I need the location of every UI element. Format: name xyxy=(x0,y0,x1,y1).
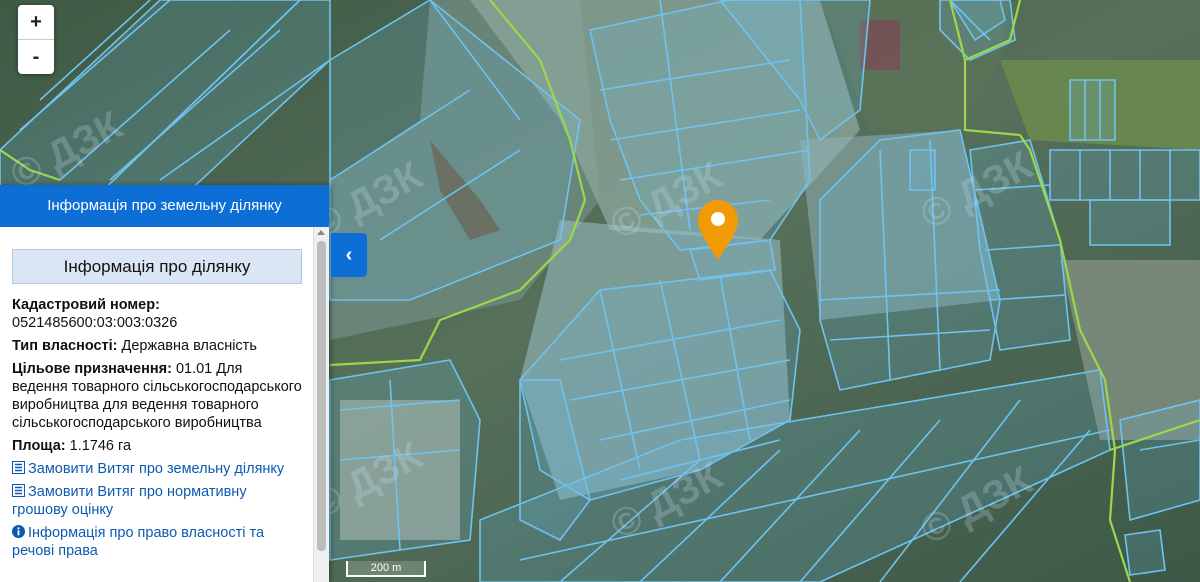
cadastral-label: Кадастровий номер: xyxy=(12,297,160,313)
info-icon xyxy=(12,525,25,538)
scale-label: 200 m xyxy=(370,562,402,574)
collapse-panel-button[interactable]: ‹ xyxy=(331,233,367,277)
scroll-thumb[interactable] xyxy=(317,241,326,551)
purpose-row: Цільове призначення: 01.01 Для ведення т… xyxy=(12,360,302,432)
document-list-icon xyxy=(12,484,25,497)
order-extract-link[interactable]: Замовити Витяг про земельну ділянку xyxy=(12,460,302,478)
purpose-label: Цільове призначення: xyxy=(12,361,172,377)
ownership-rights-link[interactable]: Інформація про право власності та речові… xyxy=(12,524,302,560)
document-list-icon xyxy=(12,461,25,474)
ownership-row: Тип власності: Державна власність xyxy=(12,337,302,355)
zoom-out-button[interactable]: - xyxy=(18,39,54,74)
order-extract-label[interactable]: Замовити Витяг про земельну ділянку xyxy=(28,461,284,477)
cadastral-value: 0521485600:03:003:0326 xyxy=(12,315,178,331)
ownership-value: Державна власність xyxy=(121,338,257,354)
zoom-control: + - xyxy=(18,5,54,74)
ownership-label: Тип власності: xyxy=(12,338,118,354)
panel-body[interactable]: Інформація про ділянку Кадастровий номер… xyxy=(0,227,314,582)
panel-scrollbar[interactable] xyxy=(313,227,329,582)
area-row: Площа: 1.1746 га xyxy=(12,437,302,455)
panel-header: Інформація про земельну ділянку xyxy=(0,185,329,227)
section-title: Інформація про ділянку xyxy=(12,249,302,284)
scale-bar: 200 m xyxy=(346,561,426,577)
order-valuation-label[interactable]: Замовити Витяг про нормативну грошову оц… xyxy=(12,484,247,518)
area-label: Площа: xyxy=(12,438,66,454)
order-valuation-link[interactable]: Замовити Витяг про нормативну грошову оц… xyxy=(12,483,302,519)
ownership-rights-label[interactable]: Інформація про право власності та речові… xyxy=(12,525,264,559)
cadastral-row: Кадастровий номер: 0521485600:03:003:032… xyxy=(12,296,302,332)
area-value: 1.1746 га xyxy=(69,438,132,454)
parcel-info-panel: Інформація про земельну ділянку Інформац… xyxy=(0,185,329,582)
zoom-in-button[interactable]: + xyxy=(18,5,54,39)
scroll-up-icon[interactable] xyxy=(317,230,325,235)
